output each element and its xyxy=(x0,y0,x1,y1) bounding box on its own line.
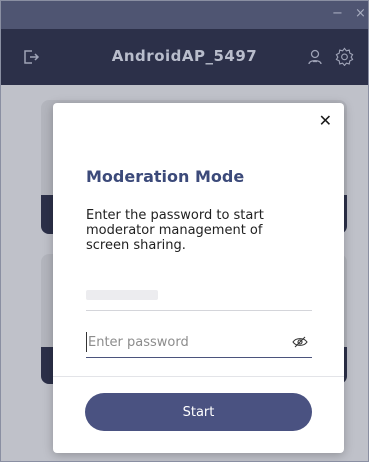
password-field xyxy=(86,327,312,358)
minimize-button[interactable]: − xyxy=(332,7,343,21)
window-close-button[interactable]: × xyxy=(355,7,366,21)
user-icon[interactable] xyxy=(307,48,323,66)
dialog-title: Moderation Mode xyxy=(86,167,245,186)
redacted-text xyxy=(86,290,158,300)
start-button[interactable]: Start xyxy=(85,393,312,431)
dialog-divider xyxy=(53,376,344,377)
gear-icon[interactable] xyxy=(335,47,354,66)
dialog-description: Enter the password to start moderator ma… xyxy=(86,208,264,253)
password-input[interactable] xyxy=(86,332,278,352)
eye-hidden-icon[interactable] xyxy=(292,336,308,348)
app-header: AndroidAP_5497 xyxy=(1,29,368,85)
moderation-dialog: ✕ Moderation Mode Enter the password to … xyxy=(53,103,344,453)
dialog-close-button[interactable]: ✕ xyxy=(319,113,332,129)
window-titlebar: − × xyxy=(1,1,368,29)
app-window: − × AndroidAP_5497 ✕ Moderation Mode Ent… xyxy=(0,0,369,462)
masked-info-field xyxy=(86,274,312,311)
